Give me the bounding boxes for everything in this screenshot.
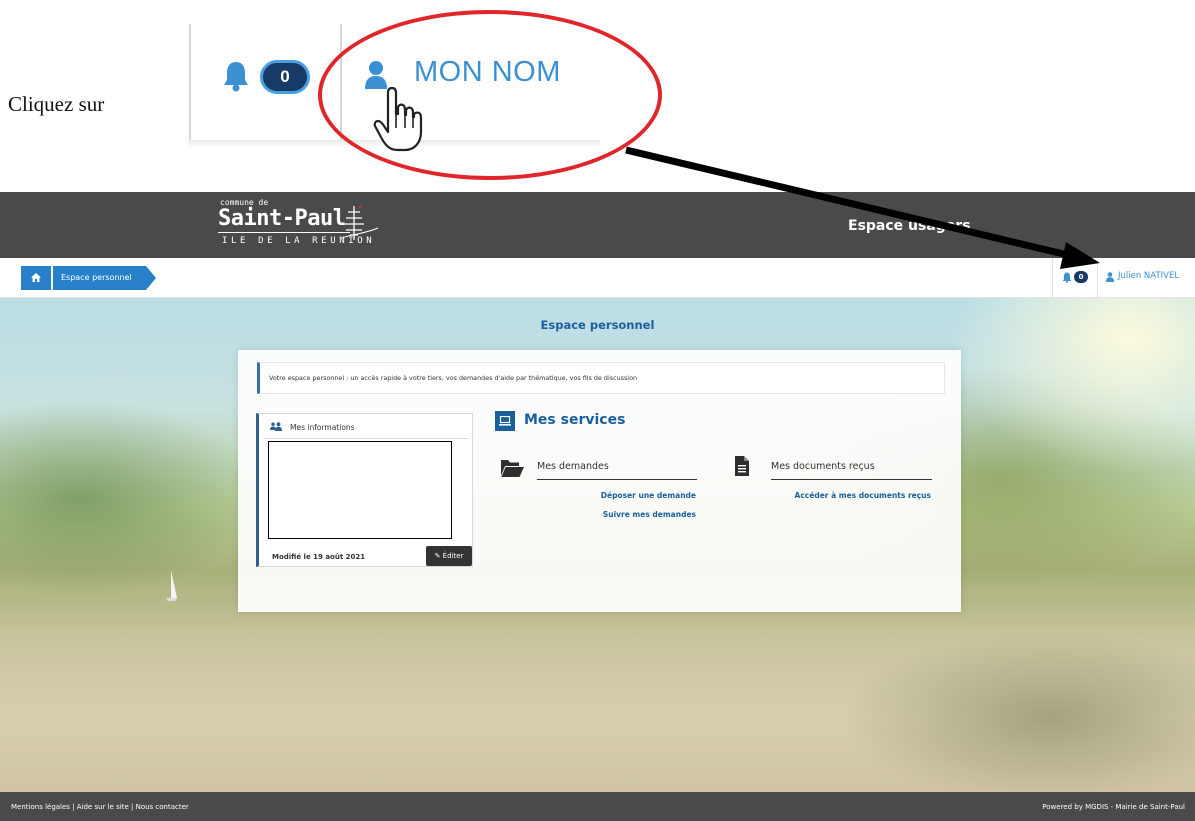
redacted-info-box [268,441,452,539]
mes-services-title: Mes services [524,412,626,428]
documents-underline [771,479,932,480]
bell-icon [224,62,248,92]
footer-links[interactable]: Mentions légales | Aide sur le site | No… [11,803,189,811]
zoom-divider [189,24,191,140]
deposer-demande-link[interactable]: Déposer une demande [598,491,696,500]
users-icon [270,422,282,431]
user-name-link[interactable]: Julien NATIVEL [1118,271,1179,281]
toolbar-divider [1052,258,1053,298]
laptop-icon [495,411,515,431]
info-banner: Votre espace personnel : un accès rapide… [257,362,945,394]
mes-documents-title: Mes documents reçus [771,461,875,472]
acceder-documents-link[interactable]: Accéder à mes documents reçus [778,491,931,500]
mes-informations-title: Mes informations [290,423,355,432]
sailboat-image [166,570,177,601]
folder-open-icon [501,460,524,477]
home-icon [31,273,41,282]
logo-underline [218,232,350,233]
footer: Mentions légales | Aide sur le site | No… [0,792,1195,821]
highlight-ellipse [318,10,662,180]
mes-informations-panel: Mes informations Modifié le 19 août 2021… [256,413,473,567]
page-title-bar: Espace personnel [0,298,1195,348]
edit-button[interactable]: ✎ Éditer [426,546,472,566]
bell-icon[interactable] [1062,272,1072,283]
instruction-text: Cliquez sur [8,92,105,116]
info-text: Votre espace personnel : un accès rapide… [269,374,638,382]
edit-icon: ✎ [434,552,441,560]
notification-badge[interactable]: 0 [1074,271,1088,283]
modified-date: Modifié le 19 août 2021 [272,553,366,561]
breadcrumb-bar: Espace personnel 0 Julien NATIVEL [0,258,1195,298]
app-header: commune de Saint-Paul ILE DE LA REUNION … [0,192,1195,258]
toolbar-divider [1097,258,1098,298]
edit-button-label: Éditer [442,552,464,560]
logo-city: Saint-Paul [218,206,346,231]
breadcrumb-home[interactable] [21,266,51,290]
zoom-notification-badge: 0 [260,60,310,94]
suivre-demandes-link[interactable]: Suivre mes demandes [598,510,696,519]
personal-space-card: Votre espace personnel : un accès rapide… [238,350,961,612]
mes-demandes-title: Mes demandes [537,461,609,472]
document-icon [735,456,749,476]
header-title: Espace usagers [848,218,971,234]
page-title: Espace personnel [540,318,655,332]
app-screenshot: commune de Saint-Paul ILE DE LA REUNION … [0,192,1195,821]
panel-divider [264,438,469,439]
user-icon [1106,272,1114,282]
demandes-underline [537,479,697,480]
footer-powered-by: Powered by MGDIS - Mairie de Saint-Paul [1042,803,1185,811]
tree-icon [341,205,379,240]
breadcrumb-espace-personnel[interactable]: Espace personnel [53,266,156,290]
saint-paul-logo[interactable]: commune de Saint-Paul ILE DE LA REUNION [214,198,384,254]
